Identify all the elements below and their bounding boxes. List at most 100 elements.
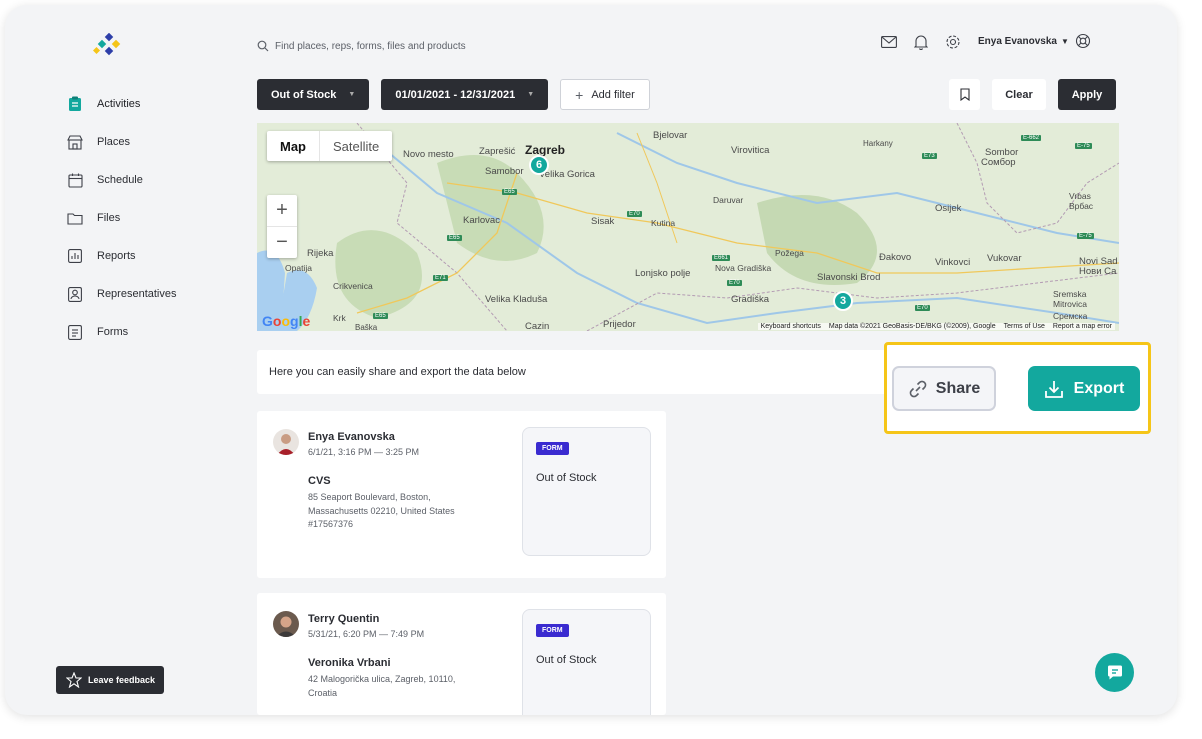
map-label: Novo mesto	[403, 149, 454, 160]
form-tile[interactable]: FORM Out of Stock	[522, 609, 651, 715]
user-menu[interactable]: Enya Evanovska ▼	[978, 36, 1069, 47]
plus-icon: +	[575, 86, 584, 103]
sidebar-item-label: Files	[97, 212, 121, 224]
place-address: 42 Malogorička ulica, Zagreb, 10110, Cro…	[308, 674, 456, 698]
report-error-link[interactable]: Report a map error	[1053, 323, 1112, 330]
map-label: Сомбор	[981, 157, 1016, 168]
caret-down-icon: ▼	[348, 91, 356, 98]
map-label: Virovitica	[731, 145, 770, 156]
info-text: Here you can easily share and export the…	[269, 366, 526, 378]
rep-name: Enya Evanovska	[308, 431, 395, 443]
map-label: Sisak	[591, 216, 615, 227]
share-label: Share	[935, 379, 981, 397]
bookmark-button[interactable]	[949, 79, 980, 110]
clipboard-icon	[65, 94, 85, 114]
map-label: Zaprešić	[479, 146, 516, 157]
apply-button[interactable]: Apply	[1058, 79, 1116, 110]
chat-launcher-button[interactable]	[1095, 653, 1134, 692]
highway-marker: E71	[433, 275, 448, 281]
activity-time: 5/31/21, 6:20 PM — 7:49 PM	[308, 629, 425, 639]
highway-marker: E70	[915, 305, 930, 311]
sidebar: Activities Places Schedule Files Reports…	[65, 85, 225, 351]
map-label: Crikvenica	[333, 281, 373, 291]
map-label: Сремска	[1053, 311, 1088, 321]
help-icon[interactable]	[1075, 33, 1091, 54]
date-range-value: 01/01/2021 - 12/31/2021	[395, 88, 516, 101]
highway-marker: E70	[727, 280, 742, 286]
sidebar-item-places[interactable]: Places	[65, 123, 225, 161]
search-icon	[257, 40, 269, 52]
sidebar-item-label: Activities	[97, 98, 141, 110]
clear-button[interactable]: Clear	[992, 79, 1046, 110]
highway-marker: E65	[502, 189, 517, 195]
form-badge: FORM	[536, 624, 569, 637]
map-view[interactable]: Map Satellite + − Zagreb Zaprešić Novo m…	[257, 123, 1119, 331]
map-cluster-marker[interactable]: 6	[529, 155, 549, 175]
status-filter-dropdown[interactable]: Out of Stock ▼	[257, 79, 370, 110]
tab-map[interactable]: Map	[267, 131, 319, 161]
add-filter-label: Add filter	[591, 88, 635, 101]
sidebar-item-schedule[interactable]: Schedule	[65, 161, 225, 199]
form-badge: FORM	[536, 442, 569, 455]
form-icon	[65, 322, 85, 342]
map-label: Velika Gorica	[539, 169, 595, 180]
sidebar-item-activities[interactable]: Activities	[65, 85, 225, 123]
status-filter-value: Out of Stock	[271, 88, 337, 101]
map-label: Kutina	[651, 218, 676, 228]
map-label: Požega	[775, 248, 804, 258]
activity-card[interactable]: Enya Evanovska 6/1/21, 3:16 PM — 3:25 PM…	[257, 411, 666, 578]
highway-marker: E661	[712, 255, 731, 261]
sidebar-item-label: Forms	[97, 326, 129, 338]
map-label: Prijedor	[603, 319, 636, 330]
sidebar-item-forms[interactable]: Forms	[65, 313, 225, 351]
sidebar-item-representatives[interactable]: Representatives	[65, 275, 225, 313]
leave-feedback-button[interactable]: Leave feedback	[56, 666, 164, 694]
sidebar-item-reports[interactable]: Reports	[65, 237, 225, 275]
sidebar-item-label: Reports	[97, 250, 136, 262]
activity-time: 6/1/21, 3:16 PM — 3:25 PM	[308, 447, 420, 457]
add-filter-button[interactable]: + Add filter	[560, 79, 650, 110]
share-button[interactable]: Share	[892, 366, 996, 411]
map-label: Rijeka	[307, 248, 334, 259]
date-range-dropdown[interactable]: 01/01/2021 - 12/31/2021 ▼	[381, 79, 549, 110]
map-label: Samobor	[485, 166, 524, 177]
map-label: Cazin	[525, 321, 550, 331]
keyboard-shortcuts-link[interactable]: Keyboard shortcuts	[761, 323, 821, 330]
rep-name: Terry Quentin	[308, 613, 380, 625]
global-search[interactable]: Find places, reps, forms, files and prod…	[257, 35, 677, 57]
map-label: Zagreb	[525, 143, 566, 157]
app-window: Find places, reps, forms, files and prod…	[5, 5, 1177, 715]
export-label: Export	[1073, 379, 1125, 397]
bell-icon[interactable]	[912, 33, 930, 51]
sidebar-item-files[interactable]: Files	[65, 199, 225, 237]
highway-marker: E65	[373, 313, 388, 319]
user-name: Enya Evanovska	[978, 36, 1057, 47]
map-label: Vrbas	[1069, 191, 1091, 201]
highway-marker: E-75	[1077, 233, 1094, 239]
map-label: Врбас	[1069, 201, 1094, 211]
export-button[interactable]: Export	[1028, 366, 1140, 411]
map-label: Nova Gradiška	[715, 263, 772, 273]
map-label: Opatija	[285, 263, 312, 273]
calendar-icon	[65, 170, 85, 190]
highway-marker: E70	[627, 211, 642, 217]
terms-link[interactable]: Terms of Use	[1004, 323, 1045, 330]
map-cluster-marker[interactable]: 3	[833, 291, 853, 311]
sidebar-item-label: Representatives	[97, 288, 177, 300]
app-logo[interactable]	[93, 33, 127, 59]
mail-icon[interactable]	[880, 33, 898, 51]
activity-card[interactable]: Terry Quentin 5/31/21, 6:20 PM — 7:49 PM…	[257, 593, 666, 715]
folder-icon	[65, 208, 85, 228]
map-label: Sremska Mitrovica	[1053, 289, 1088, 309]
form-tile[interactable]: FORM Out of Stock	[522, 427, 651, 556]
map-label: Đakovo	[879, 252, 912, 263]
zoom-out-button[interactable]: −	[267, 227, 297, 258]
zoom-in-button[interactable]: +	[267, 195, 297, 227]
map-label: Daruvar	[713, 195, 744, 205]
sidebar-item-label: Schedule	[97, 174, 143, 186]
tab-satellite[interactable]: Satellite	[319, 131, 392, 161]
map-label: Osijek	[935, 203, 962, 214]
avatar	[273, 611, 299, 637]
gear-icon[interactable]	[944, 33, 962, 51]
form-name: Out of Stock	[536, 654, 597, 666]
